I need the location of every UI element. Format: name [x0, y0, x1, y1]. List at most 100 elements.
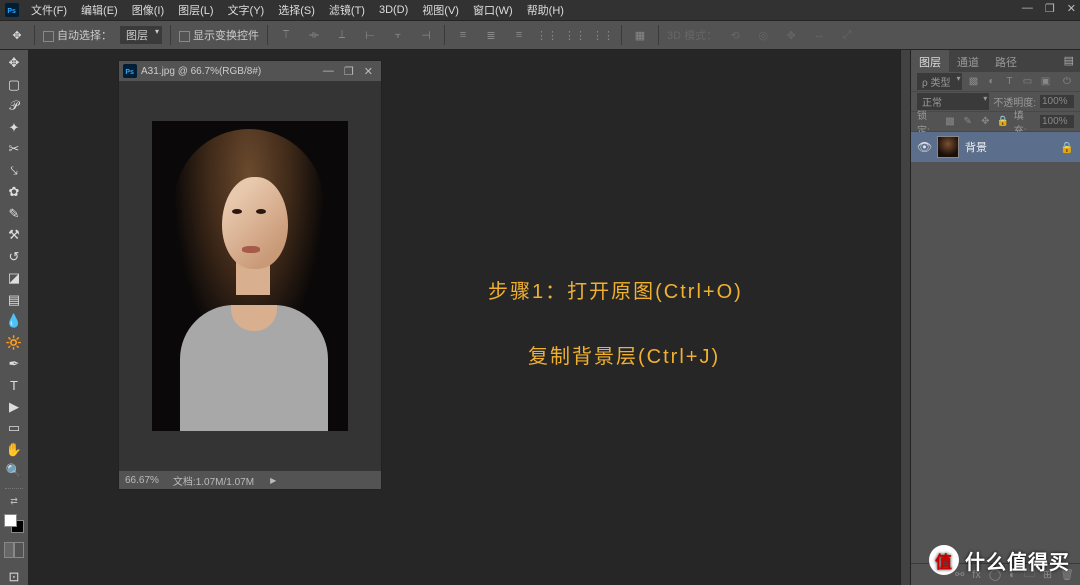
crop-tool[interactable]: ✂: [3, 140, 25, 158]
zoom-level[interactable]: 66.67%: [125, 475, 159, 486]
move-tool-icon[interactable]: ✥: [8, 26, 26, 44]
menu-edit[interactable]: 编辑(E): [74, 2, 125, 18]
menu-help[interactable]: 帮助(H): [520, 2, 571, 18]
distribute-hcenter-icon[interactable]: ⋮⋮: [565, 25, 585, 45]
auto-align-icon[interactable]: ▦: [630, 25, 650, 45]
doc-restore-icon[interactable]: ❐: [344, 65, 354, 78]
blur-tool[interactable]: 💧: [3, 312, 25, 330]
rectangle-tool[interactable]: ▭: [3, 419, 25, 437]
watermark: 值 什么值得买: [929, 545, 1070, 575]
layer-kind-filter[interactable]: ρ 类型: [917, 73, 962, 90]
dodge-tool[interactable]: 🔆: [3, 333, 25, 351]
slide-3d-icon: ↔: [809, 25, 829, 45]
watermark-text: 什么值得买: [965, 546, 1070, 575]
document-window: Ps A31.jpg @ 66.7%(RGB/8#) — ❐ ✕: [118, 60, 382, 490]
quickmask-toggle[interactable]: [4, 542, 24, 558]
menu-select[interactable]: 选择(S): [271, 2, 322, 18]
filter-smart-icon[interactable]: ▣: [1038, 76, 1052, 87]
filter-shape-icon[interactable]: ▭: [1020, 76, 1034, 87]
eraser-tool[interactable]: ◪: [3, 269, 25, 287]
lock-transparent-icon[interactable]: ▩: [943, 116, 957, 127]
path-select-tool[interactable]: ▶: [3, 398, 25, 416]
orbit-3d-icon: ⟲: [725, 25, 745, 45]
window-close-icon[interactable]: ✕: [1067, 2, 1076, 15]
panel-menu-icon[interactable]: ▤: [1058, 50, 1080, 72]
fg-bg-color[interactable]: [4, 514, 24, 532]
distribute-vcenter-icon[interactable]: ≣: [481, 25, 501, 45]
healing-brush-tool[interactable]: ✿: [3, 183, 25, 201]
align-hcenter-icon[interactable]: ⫟: [388, 25, 408, 45]
menu-window[interactable]: 窗口(W): [466, 2, 520, 18]
auto-select-label: 自动选择：: [57, 30, 112, 42]
menu-view[interactable]: 视图(V): [415, 2, 466, 18]
quick-select-tool[interactable]: ✦: [3, 118, 25, 136]
lock-position-icon[interactable]: ✥: [978, 116, 992, 127]
collapsed-panel-strip[interactable]: [900, 50, 910, 585]
pen-tool[interactable]: ✒: [3, 355, 25, 373]
menu-image[interactable]: 图像(I): [125, 2, 171, 18]
roll-3d-icon: ◎: [753, 25, 773, 45]
svg-text:Ps: Ps: [7, 8, 16, 15]
show-transform-checkbox[interactable]: 显示变换控件: [179, 27, 259, 43]
doc-close-icon[interactable]: ✕: [364, 65, 373, 78]
menu-type[interactable]: 文字(Y): [221, 2, 272, 18]
layer-lock-icon[interactable]: 🔒: [1060, 141, 1074, 154]
annotation-step2: 复制背景层(Ctrl+J): [528, 340, 720, 369]
menu-3d[interactable]: 3D(D): [372, 4, 415, 16]
brush-tool[interactable]: ✎: [3, 204, 25, 222]
align-bottom-icon[interactable]: ⟘: [332, 25, 352, 45]
swap-colors-icon[interactable]: ⇄: [10, 496, 18, 507]
status-menu-icon[interactable]: ▶: [270, 476, 276, 485]
lock-pixels-icon[interactable]: ✎: [961, 116, 975, 127]
auto-select-checkbox[interactable]: 自动选择：: [43, 27, 112, 43]
filter-type-icon[interactable]: T: [1002, 76, 1016, 87]
ps-mini-icon: Ps: [123, 64, 137, 78]
menu-filter[interactable]: 滤镜(T): [322, 2, 372, 18]
document-canvas[interactable]: [119, 81, 381, 471]
type-tool[interactable]: T: [3, 376, 25, 394]
filter-adjust-icon[interactable]: ◐: [984, 76, 998, 87]
distribute-top-icon[interactable]: ≡: [453, 25, 473, 45]
history-brush-tool[interactable]: ↺: [3, 247, 25, 265]
eyedropper-tool[interactable]: ⤥: [3, 161, 25, 179]
move-tool[interactable]: ✥: [3, 54, 25, 72]
lasso-tool[interactable]: 𝒫: [3, 97, 25, 115]
filter-toggle-icon[interactable]: ⏻: [1060, 76, 1074, 87]
tab-paths[interactable]: 路径: [987, 50, 1025, 72]
align-right-icon[interactable]: ⊣: [416, 25, 436, 45]
hand-tool[interactable]: ✋: [3, 441, 25, 459]
layer-thumbnail[interactable]: [937, 136, 959, 158]
show-transform-label: 显示变换控件: [193, 30, 259, 42]
document-image: [152, 121, 348, 431]
opacity-input[interactable]: [1040, 95, 1074, 108]
menu-layer[interactable]: 图层(L): [171, 2, 220, 18]
screen-mode-icon[interactable]: ⊡: [9, 569, 20, 585]
window-minimize-icon[interactable]: —: [1022, 2, 1033, 15]
auto-select-dropdown[interactable]: 图层: [120, 26, 162, 44]
layer-name[interactable]: 背景: [965, 139, 987, 155]
tools-panel: ✥ ▢ 𝒫 ✦ ✂ ⤥ ✿ ✎ ⚒ ↺ ◪ ▤ 💧 🔆 ✒ T ▶ ▭ ✋ 🔍 …: [0, 50, 28, 585]
blend-mode-dropdown[interactable]: 正常: [917, 93, 989, 110]
distribute-bottom-icon[interactable]: ≡: [509, 25, 529, 45]
doc-info[interactable]: 文档:1.07M/1.07M: [173, 473, 254, 488]
zoom-tool[interactable]: 🔍: [3, 462, 25, 480]
distribute-right-icon[interactable]: ⋮⋮: [593, 25, 613, 45]
lock-all-icon[interactable]: 🔒: [996, 116, 1010, 127]
gradient-tool[interactable]: ▤: [3, 290, 25, 308]
marquee-tool[interactable]: ▢: [3, 75, 25, 93]
clone-stamp-tool[interactable]: ⚒: [3, 226, 25, 244]
window-restore-icon[interactable]: ❐: [1045, 2, 1055, 15]
tab-channels[interactable]: 通道: [949, 50, 987, 72]
filter-pixel-icon[interactable]: ▩: [966, 76, 980, 87]
tab-layers[interactable]: 图层: [911, 50, 949, 72]
align-top-icon[interactable]: ⟙: [276, 25, 296, 45]
align-left-icon[interactable]: ⊢: [360, 25, 380, 45]
menu-file[interactable]: 文件(F): [24, 2, 74, 18]
fill-input[interactable]: [1040, 115, 1074, 128]
layer-row-background[interactable]: 👁 背景 🔒: [911, 132, 1080, 162]
distribute-left-icon[interactable]: ⋮⋮: [537, 25, 557, 45]
visibility-toggle-icon[interactable]: 👁: [917, 140, 931, 154]
scale-3d-icon: ⤢: [837, 25, 857, 45]
align-vcenter-icon[interactable]: ⟛: [304, 25, 324, 45]
doc-minimize-icon[interactable]: —: [323, 65, 334, 78]
